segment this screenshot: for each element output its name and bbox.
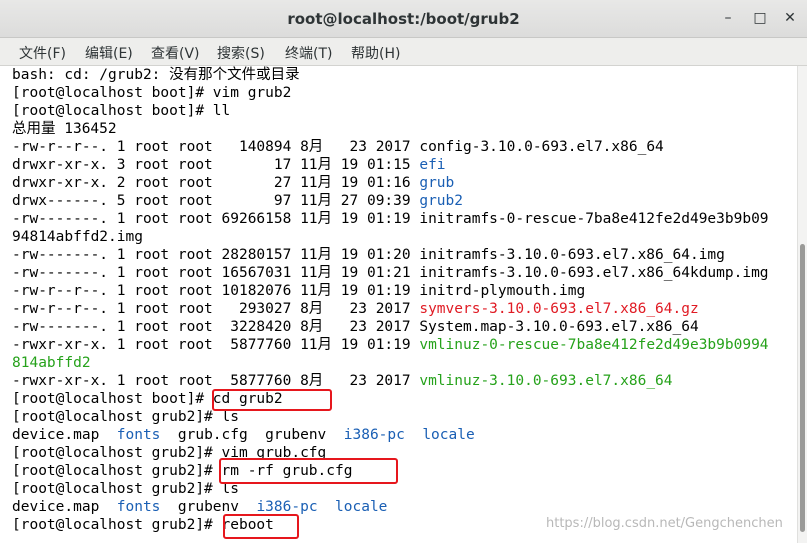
highlight-box-reboot [223, 514, 299, 539]
terminal-line: -rw-------. 1 root root 16567031 11月 19 … [12, 265, 769, 281]
terminal-output[interactable]: bash: cd: /grub2: 没有那个文件或目录 [root@localh… [0, 66, 797, 543]
terminal-line: device.map fonts grub.cfg grubenv i386-p… [12, 427, 475, 443]
executable-file-name: vmlinuz-3.10.0-693.el7.x86_64 [419, 373, 673, 389]
terminal-line: bash: cd: /grub2: 没有那个文件或目录 [12, 67, 300, 83]
directory-name: grub2 [419, 193, 463, 209]
minimize-icon[interactable]: – [719, 9, 737, 27]
menu-file[interactable]: 文件(F) [19, 43, 66, 63]
highlight-box-rm-grub-cfg [219, 458, 398, 484]
directory-name: fonts [116, 427, 161, 443]
terminal-scrollbar[interactable] [797, 66, 807, 543]
directory-name: locale [335, 499, 388, 515]
terminal-line: -rw-r--r--. 1 root root 293027 8月 23 201… [12, 301, 699, 317]
executable-file-name: 814abffd2 [12, 355, 91, 371]
maximize-icon[interactable]: □ [751, 9, 769, 27]
executable-file-name: vmlinuz-0-rescue-7ba8e412fe2d49e3b9b0994 [419, 337, 769, 353]
terminal-line: [root@localhost grub2]# ls [12, 481, 239, 497]
menu-bar: 文件(F) 编辑(E) 查看(V) 搜索(S) 终端(T) 帮助(H) [0, 38, 807, 66]
directory-name: fonts [116, 499, 161, 515]
close-icon[interactable]: ✕ [781, 9, 799, 27]
menu-edit[interactable]: 编辑(E) [85, 43, 133, 63]
directory-name: i386-pc [256, 499, 318, 515]
terminal-line: [root@localhost boot]# vim grub2 [12, 85, 292, 101]
directory-name: locale [422, 427, 475, 443]
terminal-line: -rw-------. 1 root root 28280157 11月 19 … [12, 247, 725, 263]
terminal-line: 总用量 136452 [12, 121, 117, 137]
window-title: root@localhost:/boot/grub2 [287, 10, 520, 28]
terminal-line: drwxr-xr-x. 3 root root 17 11月 19 01:15 … [12, 157, 446, 173]
directory-name: efi [419, 157, 446, 173]
terminal-line: -rw-r--r--. 1 root root 10182076 11月 19 … [12, 283, 586, 299]
terminal-line: -rw-r--r--. 1 root root 140894 8月 23 201… [12, 139, 664, 155]
terminal-line: [root@localhost grub2]# ls [12, 409, 239, 425]
menu-view[interactable]: 查看(V) [151, 43, 200, 63]
archive-file-name: symvers-3.10.0-693.el7.x86_64.gz [419, 301, 699, 317]
highlight-box-cd-grub2 [212, 389, 332, 411]
directory-name: i386-pc [343, 427, 405, 443]
window-titlebar[interactable]: root@localhost:/boot/grub2 – □ ✕ [0, 0, 807, 38]
menu-terminal[interactable]: 终端(T) [285, 43, 332, 63]
terminal-line: 94814abffd2.img [12, 229, 143, 245]
terminal-line: -rwxr-xr-x. 1 root root 5877760 8月 23 20… [12, 373, 673, 389]
menu-help[interactable]: 帮助(H) [351, 43, 400, 63]
directory-name: grub [419, 175, 455, 191]
terminal-line: drwx------. 5 root root 97 11月 27 09:39 … [12, 193, 463, 209]
scrollbar-thumb[interactable] [800, 244, 805, 532]
terminal-line: -rw-------. 1 root root 3228420 8月 23 20… [12, 319, 699, 335]
terminal-line: device.map fonts grubenv i386-pc locale [12, 499, 388, 515]
menu-search[interactable]: 搜索(S) [217, 43, 265, 63]
terminal-line: [root@localhost boot]# ll [12, 103, 231, 119]
terminal-line: -rw-------. 1 root root 69266158 11月 19 … [12, 211, 769, 227]
terminal-line: 814abffd2 [12, 354, 91, 372]
terminal-line: -rwxr-xr-x. 1 root root 5877760 11月 19 0… [12, 337, 769, 353]
terminal-line: drwxr-xr-x. 2 root root 27 11月 19 01:16 … [12, 175, 455, 191]
watermark: https://blog.csdn.net/Gengchenchen [546, 516, 783, 531]
